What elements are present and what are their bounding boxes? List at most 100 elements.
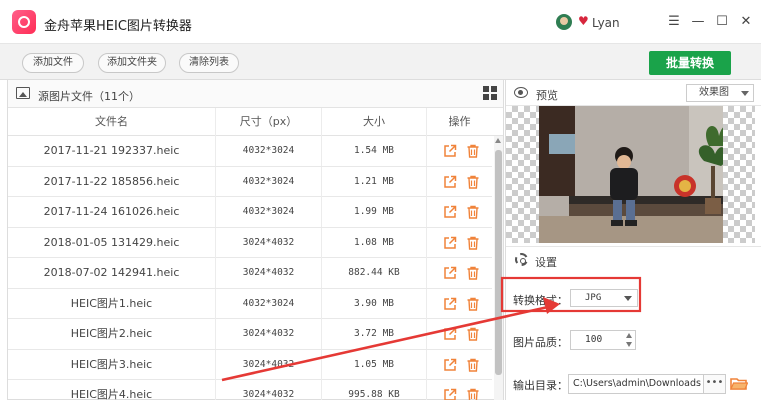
- table-header: 文件名 尺寸（px） 大小 操作: [8, 108, 503, 136]
- user-name[interactable]: Lyan: [592, 16, 620, 30]
- open-external-icon[interactable]: [443, 266, 457, 280]
- file-size: 1.08 MB: [322, 227, 427, 258]
- open-external-icon[interactable]: [443, 358, 457, 372]
- app-logo-icon: [12, 10, 36, 34]
- open-folder-icon[interactable]: [730, 376, 748, 391]
- batch-convert-button[interactable]: 批量转换: [649, 51, 731, 75]
- grid-view-icon[interactable]: [483, 86, 497, 100]
- quality-label: 图片品质：: [513, 336, 568, 349]
- file-list-panel: 源图片文件（11个） 文件名 尺寸（px） 大小 操作 2017-11-21 1…: [7, 80, 504, 400]
- trash-icon[interactable]: [466, 266, 480, 280]
- file-dimensions: 3024*4032: [216, 258, 322, 288]
- table-row[interactable]: HEIC图片3.heic 3024*4032 1.05 MB: [8, 349, 492, 380]
- file-name: HEIC图片3.heic: [8, 349, 216, 380]
- file-size: 1.99 MB: [322, 197, 427, 227]
- open-external-icon[interactable]: [443, 175, 457, 189]
- table-row[interactable]: HEIC图片1.heic 4032*3024 3.90 MB: [8, 288, 492, 319]
- user-avatar[interactable]: [556, 14, 572, 30]
- file-dimensions: 3024*4032: [216, 319, 322, 349]
- file-name: 2018-07-02 142941.heic: [8, 258, 216, 288]
- vip-badge-icon: ♥: [578, 14, 589, 28]
- settings-header: 设置: [506, 246, 761, 272]
- title-bar: 金舟苹果HEIC图片转换器 ♥ Lyan ☰ — ☐ ✕: [0, 0, 761, 44]
- file-name: 2018-01-05 131429.heic: [8, 227, 216, 258]
- file-size: 1.21 MB: [322, 166, 427, 197]
- format-label: 转换格式：: [513, 294, 568, 307]
- table-row[interactable]: 2018-01-05 131429.heic 3024*4032 1.08 MB: [8, 227, 492, 258]
- trash-icon[interactable]: [466, 205, 480, 219]
- chevron-down-icon: [741, 91, 749, 96]
- scrollbar-thumb[interactable]: [495, 150, 502, 375]
- maximize-button[interactable]: ☐: [712, 12, 732, 32]
- file-name: HEIC图片2.heic: [8, 319, 216, 349]
- clear-list-button[interactable]: 清除列表: [179, 53, 239, 73]
- browse-button[interactable]: •••: [704, 374, 726, 394]
- column-header-name: 文件名: [8, 108, 216, 136]
- open-external-icon[interactable]: [443, 388, 457, 400]
- file-size: 1.05 MB: [322, 349, 427, 380]
- output-dir-label: 输出目录：: [513, 379, 568, 392]
- file-dimensions: 4032*3024: [216, 136, 322, 166]
- trash-icon[interactable]: [466, 388, 480, 400]
- trash-icon[interactable]: [466, 236, 480, 250]
- add-folder-button[interactable]: 添加文件夹: [98, 53, 166, 73]
- output-dir-field[interactable]: C:\Users\admin\Downloads: [568, 374, 704, 394]
- preview-area: [506, 106, 755, 243]
- trash-icon[interactable]: [466, 358, 480, 372]
- table-row[interactable]: HEIC图片2.heic 3024*4032 3.72 MB: [8, 319, 492, 350]
- quality-stepper[interactable]: 100: [570, 330, 636, 350]
- format-select[interactable]: JPG: [570, 289, 638, 307]
- table-row[interactable]: 2018-07-02 142941.heic 3024*4032 882.44 KB: [8, 258, 492, 289]
- file-size: 1.54 MB: [322, 136, 427, 166]
- spin-up-icon[interactable]: [626, 333, 632, 338]
- column-header-size: 大小: [322, 108, 427, 136]
- row-actions: [427, 289, 492, 319]
- file-size: 3.90 MB: [322, 288, 427, 319]
- open-external-icon[interactable]: [443, 297, 457, 311]
- format-value: JPG: [585, 293, 602, 303]
- trash-icon[interactable]: [466, 175, 480, 189]
- add-file-button[interactable]: 添加文件: [22, 53, 84, 73]
- chevron-down-icon: [624, 296, 632, 301]
- trash-icon[interactable]: [466, 144, 480, 158]
- row-actions: [427, 136, 492, 166]
- table-row[interactable]: 2017-11-21 192337.heic 4032*3024 1.54 MB: [8, 136, 492, 167]
- eye-icon: [514, 87, 528, 98]
- minimize-button[interactable]: —: [688, 12, 708, 32]
- row-actions: [427, 228, 492, 258]
- file-dimensions: 3024*4032: [216, 349, 322, 380]
- file-name: HEIC图片1.heic: [8, 288, 216, 319]
- preview-image: [539, 106, 723, 243]
- view-mode-value: 效果图: [699, 87, 729, 98]
- scroll-up-icon[interactable]: [495, 138, 501, 143]
- file-size: 882.44 KB: [322, 258, 427, 288]
- quality-value: 100: [585, 334, 603, 345]
- row-actions: [427, 350, 492, 380]
- column-header-dimensions: 尺寸（px）: [216, 108, 322, 136]
- file-dimensions: 4032*3024: [216, 197, 322, 227]
- open-external-icon[interactable]: [443, 205, 457, 219]
- menu-icon[interactable]: ☰: [664, 12, 684, 32]
- view-mode-select[interactable]: 效果图: [686, 84, 754, 102]
- open-external-icon[interactable]: [443, 236, 457, 250]
- row-actions: [427, 167, 492, 197]
- table-row[interactable]: HEIC图片4.heic 3024*4032 995.88 KB: [8, 380, 492, 400]
- gear-icon: [515, 253, 528, 266]
- table-row[interactable]: 2017-11-24 161026.heic 4032*3024 1.99 MB: [8, 197, 492, 228]
- close-button[interactable]: ✕: [736, 12, 756, 32]
- row-actions: [427, 319, 492, 349]
- file-name: 2017-11-21 192337.heic: [8, 136, 216, 166]
- open-external-icon[interactable]: [443, 327, 457, 341]
- spin-down-icon[interactable]: [626, 342, 632, 347]
- trash-icon[interactable]: [466, 327, 480, 341]
- image-icon: [16, 87, 30, 99]
- file-list-title: 源图片文件（11个）: [38, 90, 140, 103]
- app-title: 金舟苹果HEIC图片转换器: [44, 19, 192, 34]
- preview-header: 预览 效果图: [506, 80, 761, 106]
- trash-icon[interactable]: [466, 297, 480, 311]
- open-external-icon[interactable]: [443, 144, 457, 158]
- row-actions: [427, 197, 492, 227]
- file-dimensions: 3024*4032: [216, 380, 322, 400]
- vertical-scrollbar[interactable]: [494, 136, 503, 400]
- table-row[interactable]: 2017-11-22 185856.heic 4032*3024 1.21 MB: [8, 166, 492, 197]
